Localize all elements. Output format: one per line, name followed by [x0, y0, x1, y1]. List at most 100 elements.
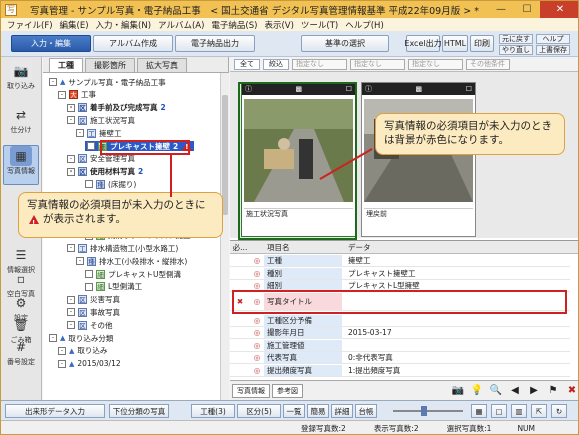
kubun-button[interactable]: 区分(5) [237, 404, 281, 418]
list-view-button[interactable]: 一覧 [283, 404, 305, 418]
property-value[interactable]: 2015-03-17 [342, 328, 570, 337]
undo-button[interactable]: 元に戻す [499, 34, 533, 44]
bulb-icon[interactable]: 💡 [469, 383, 485, 399]
expand-toggle-icon[interactable]: - [67, 308, 75, 317]
menu-help[interactable]: ヘルプ(H) [345, 19, 384, 31]
filter-dropdown-1[interactable]: 指定なし [292, 58, 347, 70]
filter-other[interactable]: その他条件 [466, 58, 510, 70]
tree-node[interactable]: 細プレキャストU型側溝 [85, 269, 181, 279]
property-value[interactable]: プレキャスト擁壁工 [342, 268, 570, 279]
filter-dropdown-3[interactable]: 指定なし [408, 58, 463, 70]
koushu-button[interactable]: 工種(3) [191, 404, 235, 418]
tree-node[interactable]: - ▲ 取り込み [58, 346, 107, 356]
menu-file[interactable]: ファイル(F) [7, 19, 53, 31]
expand-toggle-icon[interactable] [85, 180, 93, 189]
simple-view-button[interactable]: 簡易 [307, 404, 329, 418]
tab-zoom[interactable]: 拡大写真 [137, 58, 187, 72]
next-icon[interactable]: ▶ [526, 383, 542, 399]
standard-select-button[interactable]: 基準の選択 [301, 35, 389, 52]
tree-node[interactable]: - ▲ 2015/03/12 [58, 359, 121, 369]
photo-card[interactable]: ⓘ ▩ ☐ 施工状況写真 [241, 82, 356, 237]
menu-tools[interactable]: ツール(T) [301, 19, 338, 31]
tree-scrollbar[interactable] [220, 73, 229, 400]
detail-view-button[interactable]: 詳細 [331, 404, 353, 418]
menu-view[interactable]: 表示(V) [264, 19, 293, 31]
tree-node[interactable]: 種 (床掘り) [85, 179, 136, 189]
tree-node[interactable]: - 大工事 [58, 90, 96, 100]
tree-node[interactable]: - 工擁壁工 [76, 128, 122, 138]
ledger-view-button[interactable]: 台帳 [355, 404, 377, 418]
property-row[interactable]: ◎ 施工管理値 [230, 339, 570, 352]
save-button[interactable]: 上書保存 [536, 45, 570, 55]
print-button[interactable]: 印刷 [470, 35, 494, 52]
property-value[interactable]: 擁壁工 [342, 255, 570, 266]
menu-album[interactable]: アルバム(A) [158, 19, 204, 31]
tree-node[interactable]: - ▲ 取り込み分類 [49, 333, 113, 343]
help-button[interactable]: ヘルプ [536, 34, 570, 44]
expand-toggle-icon[interactable] [85, 270, 93, 278]
expand-toggle-icon[interactable]: - [67, 103, 75, 112]
mode-delivery-button[interactable]: 電子納品出力 [175, 35, 255, 52]
expand-toggle-icon[interactable]: - [58, 90, 66, 99]
expand-toggle-icon[interactable]: - [58, 359, 66, 368]
tree-node[interactable]: - ▲ サンプル写真・電子納品工事 [49, 77, 166, 87]
tab-reference[interactable]: 参考図 [272, 383, 303, 398]
mode-album-button[interactable]: アルバム作成 [93, 35, 173, 52]
menu-input[interactable]: 入力・編集(N) [96, 19, 152, 31]
tree-node[interactable]: - 区着手前及び完成写真 2 [67, 103, 166, 113]
expand-toggle-icon[interactable]: - [49, 334, 57, 342]
expand-toggle-icon[interactable]: - [49, 78, 57, 86]
expand-toggle-icon[interactable]: - [67, 167, 75, 176]
delete-icon[interactable]: ✖ [564, 383, 578, 399]
sidebar-item-import[interactable]: 📷 取り込み [3, 61, 39, 91]
expand-toggle-icon[interactable]: - [76, 129, 84, 138]
maximize-icon[interactable]: ☐ [514, 1, 540, 18]
expand-toggle-icon[interactable]: - [67, 116, 75, 125]
zoom-slider-thumb[interactable] [421, 406, 427, 416]
layout-icon[interactable]: ▥ [511, 404, 527, 418]
close-icon[interactable]: ✕ [540, 1, 578, 18]
expand-icon[interactable]: ⇱ [531, 404, 547, 418]
html-export-button[interactable]: HTML [442, 35, 468, 52]
excel-export-button[interactable]: Excel出力 [404, 35, 442, 52]
sidebar-item-photo-info[interactable]: ▦ 写真情報 [3, 145, 39, 185]
tab-location[interactable]: 撮影箇所 [85, 58, 135, 72]
filter-all-button[interactable]: 全て [234, 58, 260, 70]
property-row[interactable]: ◎ 代表写真 0:非代表写真 [230, 352, 570, 364]
filter-narrow-button[interactable]: 絞込 [263, 58, 289, 70]
property-row[interactable]: ◎ 種別 プレキャスト擁壁工 [230, 267, 570, 280]
refresh-icon[interactable]: ↻ [551, 404, 567, 418]
expand-toggle-icon[interactable]: - [58, 346, 66, 355]
tree-node[interactable]: - 区施工状況写真 [67, 115, 135, 125]
camera-icon[interactable]: 📷 [450, 383, 466, 399]
property-value[interactable]: 1:提出頻度写真 [342, 365, 570, 376]
tree-node[interactable]: - 区事故写真 [67, 307, 120, 317]
expand-toggle-icon[interactable]: - [67, 154, 75, 163]
tree-node[interactable]: - 工排水構造物工(小型水路工) [67, 243, 178, 253]
grid-icon[interactable]: ▦ [471, 404, 487, 418]
tree-node[interactable]: - 区使用材料写真 2 [67, 167, 143, 177]
property-value[interactable]: 0:非代表写真 [342, 352, 570, 363]
expand-toggle-icon[interactable]: - [76, 257, 84, 266]
tab-photo-info[interactable]: 写真情報 [232, 383, 270, 398]
zoom-icon[interactable]: 🔍 [488, 383, 504, 399]
filter-dropdown-2[interactable]: 指定なし [350, 58, 405, 70]
sub-category-button[interactable]: 下位分類の写真 [109, 404, 169, 418]
property-row[interactable]: ◎ 提出頻度写真 1:提出頻度写真 [230, 364, 570, 377]
prev-icon[interactable]: ◀ [507, 383, 523, 399]
photo-card[interactable]: ⓘ ▩ ☐ 埋戻前 [361, 82, 476, 237]
tree-node[interactable]: 細 L型側溝工 [85, 282, 142, 292]
tree-node[interactable]: - 区安全管理写真 [67, 154, 135, 164]
redo-button[interactable]: やり直し [499, 45, 533, 55]
expand-toggle-icon[interactable] [87, 142, 95, 150]
mode-input-button[interactable]: 入力・編集 [11, 35, 91, 52]
expand-toggle-icon[interactable] [85, 282, 93, 291]
sidebar-item-number[interactable]: # 番号設定 [3, 337, 39, 367]
tree-node[interactable]: - 区その他 [67, 320, 113, 330]
export-data-button[interactable]: 出来形データ入力 [5, 404, 105, 418]
tree-node[interactable]: - 種排水工(小段排水・縦排水) [76, 256, 187, 266]
bookmark-icon[interactable]: ⚑ [545, 383, 561, 399]
menu-edit[interactable]: 編集(E) [60, 19, 89, 31]
property-row[interactable]: ◎ 撮影年月日 2015-03-17 [230, 327, 570, 339]
fit-icon[interactable]: ▢ [491, 404, 507, 418]
